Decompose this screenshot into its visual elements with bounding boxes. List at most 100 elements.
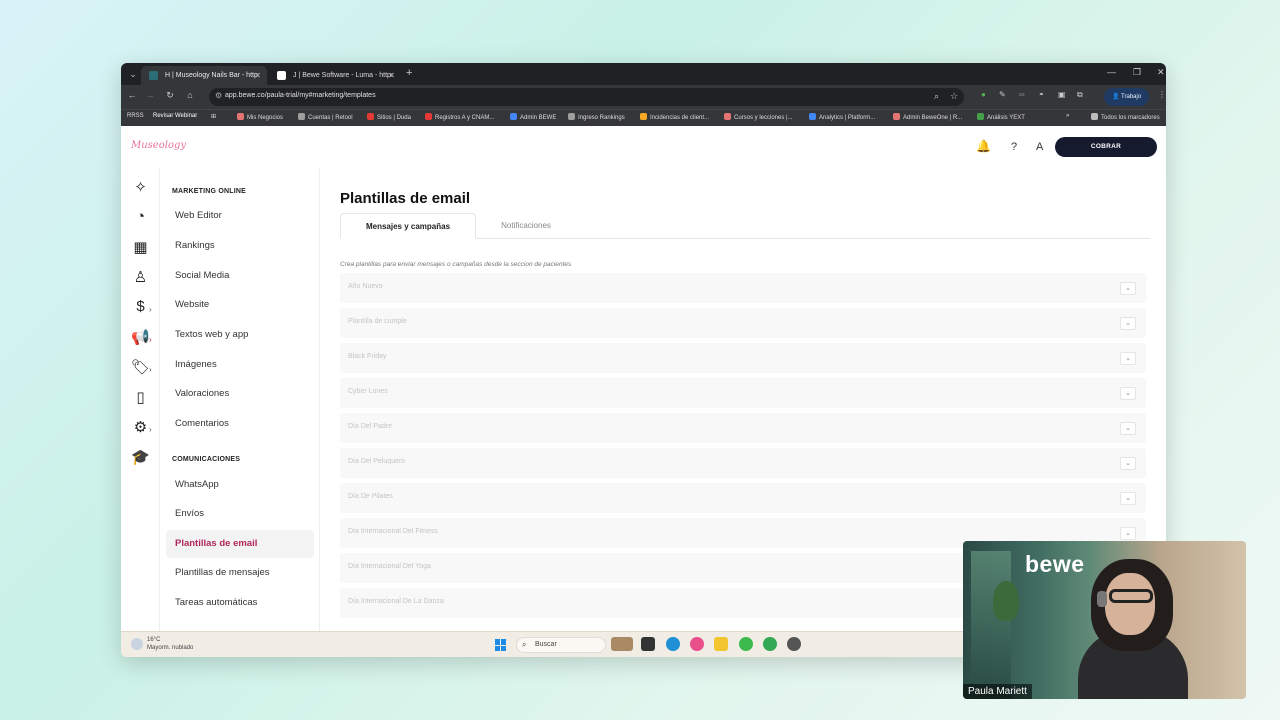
help-icon[interactable]: ? <box>1011 141 1017 153</box>
pie-chart-icon[interactable]: ◔ <box>121 208 160 225</box>
extension-link-icon[interactable]: ∞ <box>1019 90 1025 99</box>
badge-icon[interactable]: ▯ <box>121 388 160 406</box>
sidebar-item-plantillas-email[interactable]: Plantillas de email <box>166 530 314 558</box>
reload-icon[interactable]: ↻ <box>163 90 177 101</box>
sidebar-item-comentarios[interactable]: Comentarios <box>166 410 314 438</box>
minimize-icon[interactable]: — <box>1107 67 1116 77</box>
bookmark-item[interactable]: Registros A y CNAM... <box>425 113 494 121</box>
bookmark-item[interactable]: Ingreso Rankings <box>568 113 625 121</box>
template-row[interactable]: Black Friday ⌄ <box>340 343 1146 373</box>
tab-search-icon[interactable]: ⌄ <box>125 66 141 82</box>
tab-mensajes-campanas[interactable]: Mensajes y campañas <box>340 213 476 239</box>
gear-icon[interactable]: ⚙ <box>121 418 160 436</box>
bookmark-item[interactable]: Cuentas | Retool <box>298 113 353 121</box>
bookmark-item[interactable]: Admin BeweOne | R... <box>893 113 962 121</box>
chevron-down-icon[interactable]: ⌄ <box>1120 317 1136 330</box>
sidebar-item-valoraciones[interactable]: Valoraciones <box>166 380 314 408</box>
cobrar-button[interactable]: COBRAR <box>1055 137 1157 157</box>
restore-icon[interactable]: ❐ <box>1133 67 1141 78</box>
sidebar-item-whatsapp[interactable]: WhatsApp <box>166 471 314 499</box>
address-bar[interactable]: ⚙ app.bewe.co/paula-trial/my#marketing/t… <box>209 88 964 106</box>
extension-dot-icon[interactable]: ● <box>981 90 986 99</box>
site-info-icon[interactable]: ⚙ <box>215 91 222 100</box>
chevron-down-icon[interactable]: ⌄ <box>1120 422 1136 435</box>
template-row[interactable]: Día De Pilates ⌄ <box>340 483 1146 513</box>
forward-icon[interactable]: → <box>143 90 157 100</box>
bookmark-item[interactable]: RRSS <box>127 113 144 119</box>
back-icon[interactable]: ← <box>125 90 139 100</box>
template-row[interactable]: Día Del Padre ⌄ <box>340 413 1146 443</box>
task-view-icon[interactable] <box>641 637 655 651</box>
close-tab-icon[interactable]: ✕ <box>254 66 261 85</box>
sidebar-item-envios[interactable]: Envíos <box>166 500 314 528</box>
extension-n-icon[interactable]: ▣ <box>1058 90 1066 99</box>
chrome-icon[interactable] <box>739 637 753 651</box>
money-hand-icon[interactable]: $ <box>121 298 160 315</box>
tab-notificaciones[interactable]: Notificaciones <box>486 213 566 239</box>
language-avatar-button[interactable]: A <box>1036 141 1043 153</box>
browser-tab-bewe[interactable]: J | Bewe Software - Luma - http: ✕ <box>269 66 401 85</box>
notifications-bell-icon[interactable]: 🔔 <box>976 139 991 153</box>
profile-button[interactable]: 👤 Trabajo <box>1104 88 1150 106</box>
extension-hat-icon[interactable]: ◓ <box>1039 90 1044 99</box>
copilot-icon[interactable] <box>690 637 704 651</box>
sidebar-item-textos-web-app[interactable]: Textos web y app <box>166 321 314 349</box>
file-explorer-icon[interactable] <box>714 637 728 651</box>
more-bookmarks-icon[interactable]: » <box>1066 113 1069 119</box>
icon-rail: ✧ ◔ ▦ ♙ $ › 📢 › 🏷 › ▯ ⚙ › 🎓 <box>121 168 160 631</box>
tag-icon[interactable]: 🏷 <box>121 358 160 376</box>
graduation-cap-icon[interactable]: 🎓 <box>121 448 160 466</box>
sidebar-item-website[interactable]: Website <box>166 291 314 319</box>
browser-menu-icon[interactable]: ⋮ <box>1158 90 1166 99</box>
bookmark-item[interactable]: Analytics | Platform... <box>809 113 875 121</box>
bookmark-item[interactable]: Incidencias de client... <box>640 113 709 121</box>
bookmark-item[interactable]: Sitios | Duda <box>367 113 411 121</box>
bookmark-item[interactable]: Análisis YEXT <box>977 113 1025 121</box>
all-bookmarks-folder[interactable]: Todos los marcadores <box>1091 113 1160 121</box>
close-window-icon[interactable]: ✕ <box>1157 67 1165 78</box>
chevron-down-icon[interactable]: ⌄ <box>1120 527 1136 540</box>
template-row[interactable]: Cyber Lunes ⌄ <box>340 378 1146 408</box>
search-icon: ⌕ <box>522 640 527 649</box>
business-logo[interactable]: Museology <box>131 140 186 151</box>
bookmark-item[interactable]: Admin BEWE <box>510 113 556 121</box>
bookmark-item[interactable]: Revisar Webinar <box>153 113 197 119</box>
template-row[interactable]: Año Nuevo ⌄ <box>340 273 1146 303</box>
chevron-down-icon[interactable]: ⌄ <box>1120 352 1136 365</box>
bookmark-item[interactable]: Mis Negocios <box>237 113 283 121</box>
chevron-down-icon[interactable]: ⌄ <box>1120 387 1136 400</box>
chrome-profile-icon[interactable] <box>763 637 777 651</box>
sidebar-item-tareas-automaticas[interactable]: Tareas automáticas <box>166 589 314 617</box>
user-icon[interactable]: ♙ <box>121 268 160 286</box>
chevron-down-icon[interactable]: ⌄ <box>1120 457 1136 470</box>
sparkles-icon[interactable]: ✧ <box>121 178 160 196</box>
bookmark-item[interactable]: Cursos y lecciones |... <box>724 113 793 121</box>
sidebar-item-rankings[interactable]: Rankings <box>166 232 314 260</box>
sidebar-item-imagenes[interactable]: Imágenes <box>166 351 314 379</box>
widget-image-icon[interactable] <box>611 637 633 651</box>
chevron-down-icon[interactable]: ⌄ <box>1120 492 1136 505</box>
bookmark-star-icon[interactable]: ☆ <box>950 91 958 102</box>
home-icon[interactable]: ⌂ <box>183 90 197 100</box>
edge-icon[interactable] <box>666 637 680 651</box>
sidebar-item-plantillas-mensajes[interactable]: Plantillas de mensajes <box>166 559 314 587</box>
windows-start-icon[interactable] <box>495 639 507 651</box>
extension-pen-icon[interactable]: ✎ <box>999 90 1006 99</box>
taskbar-search[interactable]: ⌕ Buscar <box>516 637 606 653</box>
sidebar-item-social-media[interactable]: Social Media <box>166 262 314 290</box>
template-row[interactable]: Plantilla de cumple ⌄ <box>340 308 1146 338</box>
chatgpt-icon[interactable] <box>787 637 801 651</box>
browser-tab-museology[interactable]: H | Museology Nails Bar - http: ✕ <box>141 66 267 85</box>
megaphone-icon[interactable]: 📢 <box>121 328 160 346</box>
calendar-grid-icon[interactable]: ▦ <box>121 238 160 256</box>
close-tab-icon[interactable]: ✕ <box>388 66 395 85</box>
template-row[interactable]: Día Del Peluquero ⌄ <box>340 448 1146 478</box>
extensions-puzzle-icon[interactable]: ⧉ <box>1077 90 1083 100</box>
sidebar-item-web-editor[interactable]: Web Editor <box>166 202 314 230</box>
weather-widget[interactable]: 16°C Mayorm. nublado <box>131 636 193 652</box>
chevron-down-icon[interactable]: ⌄ <box>1120 282 1136 295</box>
participant-name: Paula Mariett <box>963 684 1032 699</box>
apps-grid-icon[interactable]: ⊞ <box>211 113 216 120</box>
new-tab-icon[interactable]: + <box>406 67 412 79</box>
zoom-icon[interactable]: ⌕ <box>934 91 939 102</box>
